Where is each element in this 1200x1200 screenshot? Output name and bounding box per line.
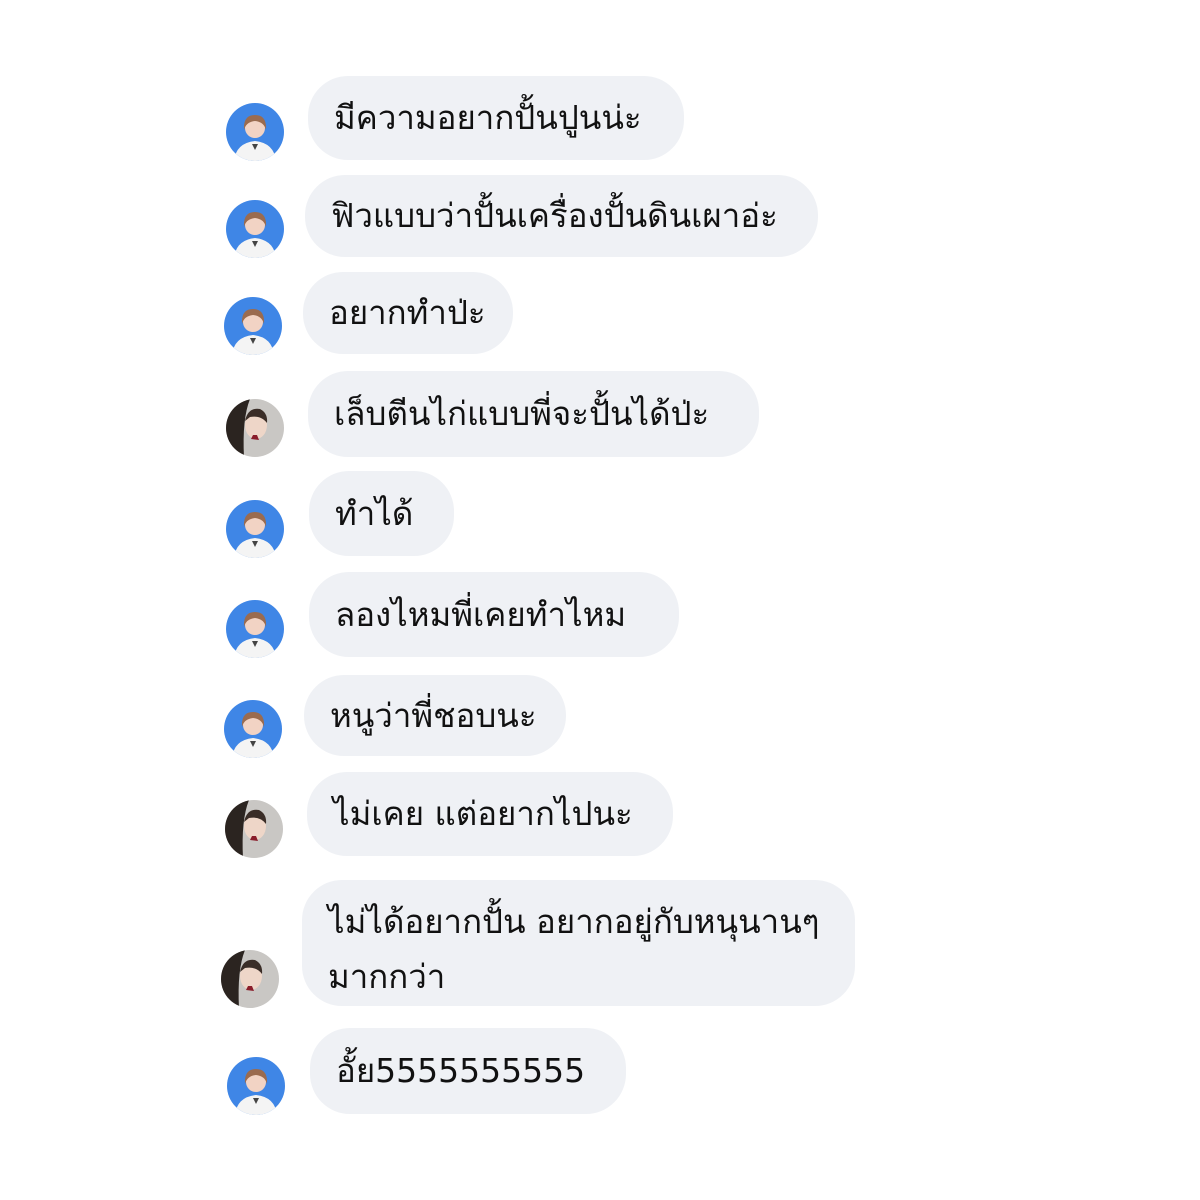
message-row: ฟิวแบบว่าปั้นเครื่องปั้นดินเผาอ่ะ xyxy=(0,175,1200,258)
message-row: เล็บตีนไก่แบบพี่จะปั้นได้ป่ะ xyxy=(0,371,1200,457)
message-bubble[interactable]: อยากทำป่ะ xyxy=(303,272,513,354)
chat-thread: มีความอยากปั้นปูนน่ะ ฟิวแบบว่าปั้นเครื่อ… xyxy=(0,0,1200,1200)
message-bubble[interactable]: มีความอยากปั้นปูนน่ะ xyxy=(308,76,684,160)
user-avatar-gray-icon[interactable] xyxy=(226,399,284,457)
message-row: มีความอยากปั้นปูนน่ะ xyxy=(0,76,1200,161)
message-bubble[interactable]: หนูว่าพี่ชอบนะ xyxy=(304,675,566,756)
message-row: ลองไหมพี่เคยทำไหม xyxy=(0,572,1200,658)
user-avatar-gray-icon[interactable] xyxy=(225,800,283,858)
user-avatar-blue-icon[interactable] xyxy=(226,600,284,658)
message-bubble[interactable]: เล็บตีนไก่แบบพี่จะปั้นได้ป่ะ xyxy=(308,371,759,457)
user-avatar-gray-icon[interactable] xyxy=(221,950,279,1008)
message-row: หนูว่าพี่ชอบนะ xyxy=(0,675,1200,758)
message-bubble[interactable]: ไม่ได้อยากปั้น อยากอยู่กับหนุนานๆ มากกว่… xyxy=(302,880,855,1006)
message-row: อั้ย5555555555 xyxy=(0,1028,1200,1115)
user-avatar-blue-icon[interactable] xyxy=(226,500,284,558)
message-bubble[interactable]: ลองไหมพี่เคยทำไหม xyxy=(309,572,679,657)
message-row: ทำได้ xyxy=(0,471,1200,558)
message-bubble[interactable]: ทำได้ xyxy=(309,471,454,556)
message-row: ไม่เคย แต่อยากไปนะ xyxy=(0,772,1200,858)
message-bubble[interactable]: ฟิวแบบว่าปั้นเครื่องปั้นดินเผาอ่ะ xyxy=(305,175,818,257)
user-avatar-blue-icon[interactable] xyxy=(224,700,282,758)
user-avatar-blue-icon[interactable] xyxy=(226,200,284,258)
user-avatar-blue-icon[interactable] xyxy=(227,1057,285,1115)
user-avatar-blue-icon[interactable] xyxy=(224,297,282,355)
message-bubble[interactable]: อั้ย5555555555 xyxy=(310,1028,626,1114)
message-row: ไม่ได้อยากปั้น อยากอยู่กับหนุนานๆ มากกว่… xyxy=(0,880,1200,1008)
user-avatar-blue-icon[interactable] xyxy=(226,103,284,161)
message-row: อยากทำป่ะ xyxy=(0,272,1200,355)
message-bubble[interactable]: ไม่เคย แต่อยากไปนะ xyxy=(307,772,673,856)
